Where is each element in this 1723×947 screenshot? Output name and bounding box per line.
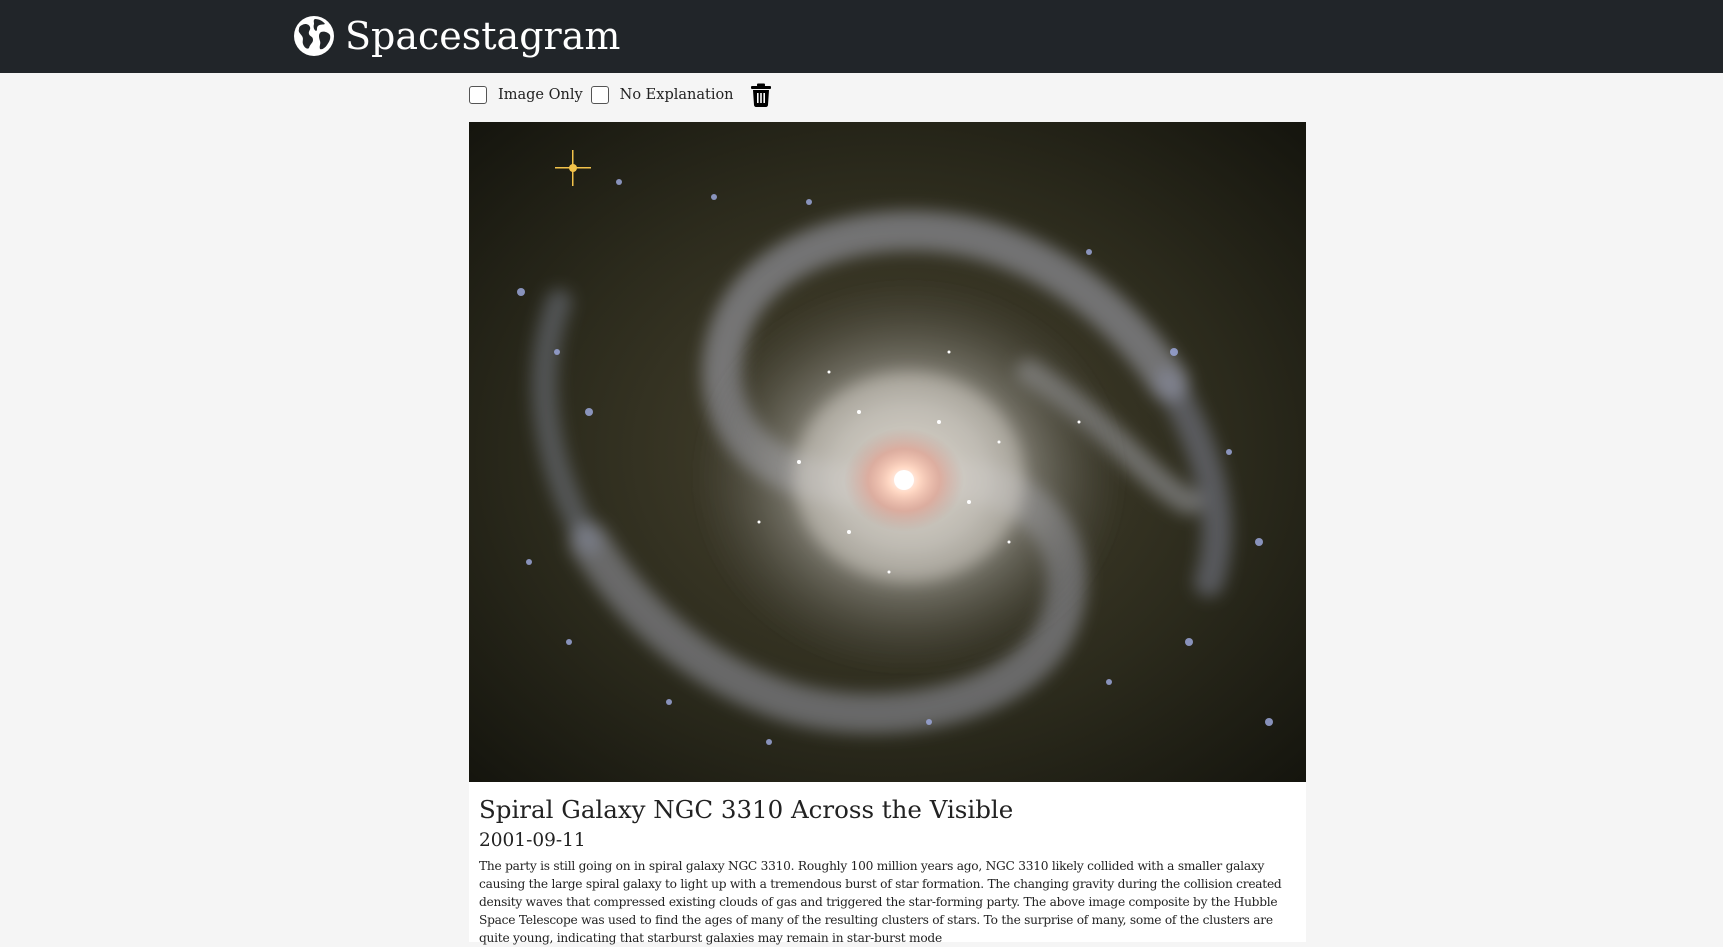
post-title: Spiral Galaxy NGC 3310 Across the Visibl… [479,795,1014,824]
post-date: 2001-09-11 [479,830,586,851]
app-title: Spacestagram [345,14,621,58]
no-explanation-label[interactable]: No Explanation [620,87,734,103]
post-explanation: The party is still going on in spiral ga… [479,859,1282,945]
brand[interactable]: Spacestagram [293,12,620,60]
navbar: Spacestagram [0,0,1723,73]
filter-toolbar: Image Only No Explanation [469,82,772,108]
post-card: Spiral Galaxy NGC 3310 Across the Visibl… [469,122,1306,945]
galaxy-photo [469,122,1306,782]
trash-icon[interactable] [750,83,772,107]
no-explanation-checkbox[interactable] [590,86,609,104]
globe-icon [294,16,334,56]
image-only-checkbox[interactable] [469,86,487,104]
image-only-label[interactable]: Image Only [498,87,583,103]
